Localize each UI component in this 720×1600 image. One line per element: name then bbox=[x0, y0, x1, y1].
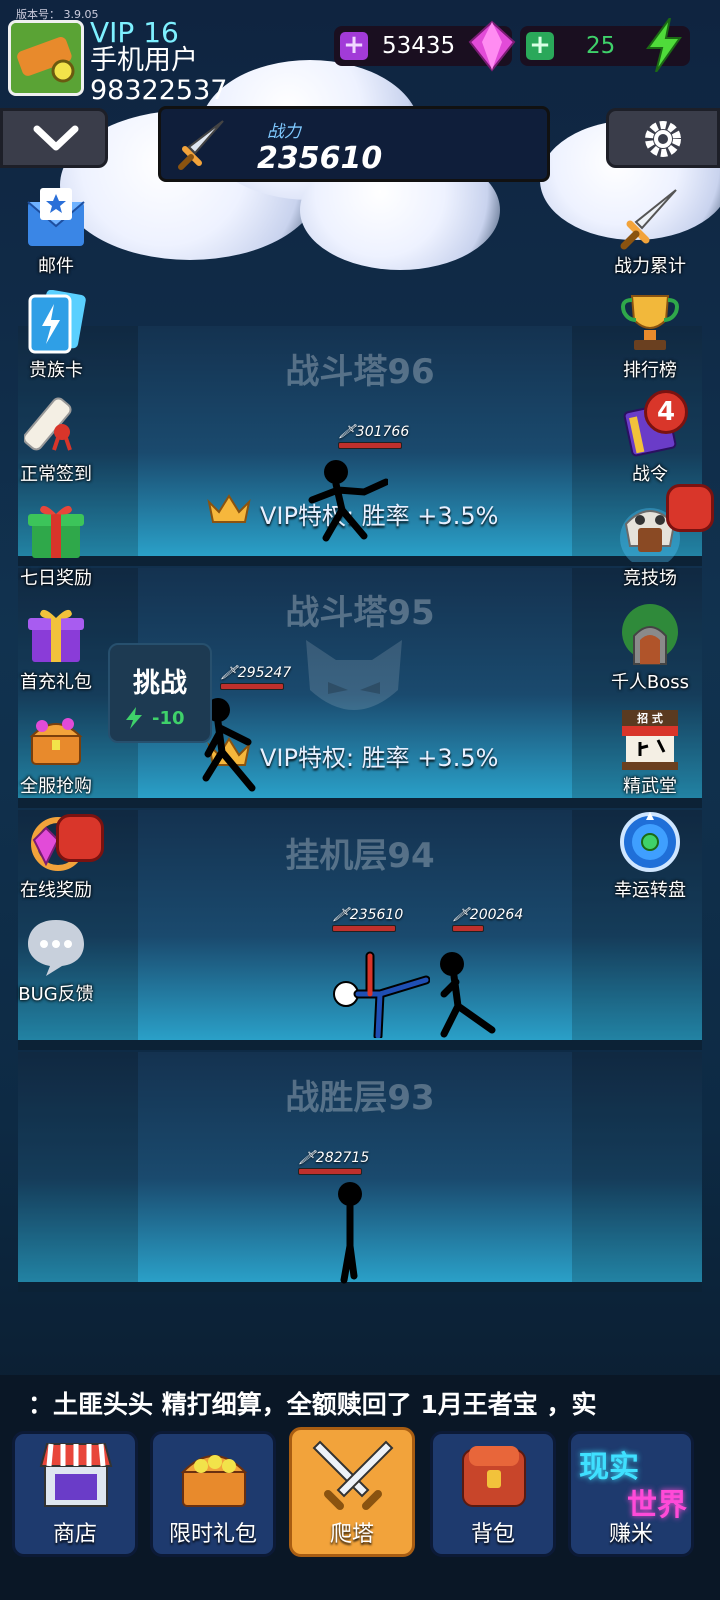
nav-label: 限时礼包 bbox=[168, 1522, 257, 1547]
notification-badge bbox=[666, 484, 714, 532]
ticker-text: ：土匪头头 精打细算，全额赎回了 1月王者宝 ，实 bbox=[28, 1390, 597, 1419]
menu-label: 战力累计 bbox=[614, 256, 686, 277]
purple-gift-icon bbox=[28, 609, 84, 662]
nav-label: 背包 bbox=[470, 1522, 515, 1547]
menu-label: 在线奖励 bbox=[20, 880, 92, 901]
menu-label: 全服抢购 bbox=[20, 776, 92, 797]
menu-martial-hall[interactable]: 招 式 精武堂 bbox=[600, 706, 700, 798]
challenge-cost: -10 bbox=[152, 708, 185, 729]
nav-label: 赚米 bbox=[608, 1522, 653, 1547]
news-ticker: ：土匪头头 精打细算，全额赎回了 1月王者宝 ，实 bbox=[0, 1375, 720, 1425]
sword-icon bbox=[178, 120, 224, 170]
real-world-logo: 现实 世界 bbox=[579, 1442, 687, 1524]
nav-limited-pack[interactable]: 限时礼包 bbox=[150, 1431, 276, 1557]
menu-label: 千人Boss bbox=[610, 672, 690, 693]
wheel-icon bbox=[620, 812, 680, 872]
menu-label: 排行榜 bbox=[623, 360, 677, 381]
crossed-swords-icon bbox=[312, 1440, 394, 1510]
menu-seven-day[interactable]: 七日奖励 bbox=[6, 498, 106, 590]
menu-ranking[interactable]: 排行榜 bbox=[600, 290, 700, 382]
nav-backpack[interactable]: 背包 bbox=[430, 1431, 556, 1557]
martial-hall-sign: 招 式 bbox=[637, 712, 663, 725]
power-panel: 战力 235610 bbox=[158, 106, 550, 182]
challenge-button[interactable]: 挑战 -10 bbox=[108, 643, 212, 743]
settings-button[interactable] bbox=[606, 108, 720, 168]
nav-label: 爬塔 bbox=[329, 1522, 374, 1547]
stickman-player[interactable] bbox=[330, 950, 430, 1038]
dropdown-button[interactable] bbox=[0, 108, 108, 168]
treasure-chest-icon bbox=[29, 718, 83, 765]
menu-mail[interactable]: 邮件 bbox=[6, 186, 106, 278]
cat-emblem-icon bbox=[306, 640, 402, 710]
menu-power-total[interactable]: 战力累计 bbox=[600, 186, 700, 278]
power-value: 235610 bbox=[257, 141, 383, 176]
menu-label: 邮件 bbox=[38, 256, 74, 277]
scroll-icon bbox=[23, 397, 72, 451]
vip-bonus-text: VIP特权: 胜率 +3.5% bbox=[260, 744, 499, 772]
player-power: 🗡235610 bbox=[332, 907, 403, 932]
nav-label: 商店 bbox=[52, 1522, 97, 1547]
menu-label: 正常签到 bbox=[20, 464, 92, 485]
add-energy-button[interactable]: + bbox=[526, 32, 554, 60]
avatar[interactable] bbox=[8, 20, 84, 96]
stickman-enemy[interactable] bbox=[308, 458, 388, 542]
power-label: 战力 bbox=[267, 122, 301, 142]
enemy-power: 🗡282715 bbox=[298, 1150, 369, 1175]
menu-flash-sale[interactable]: 全服抢购 bbox=[6, 706, 106, 798]
notification-badge bbox=[56, 814, 104, 862]
energy-icon bbox=[126, 707, 142, 729]
stickman-enemy[interactable] bbox=[432, 950, 502, 1038]
notification-badge: 4 bbox=[644, 390, 688, 434]
enemy-power: 🗡200264 bbox=[452, 907, 523, 932]
menu-noble-card[interactable]: 贵族卡 bbox=[6, 289, 106, 382]
menu-label: 首充礼包 bbox=[20, 672, 92, 693]
chest-icon bbox=[180, 1455, 248, 1507]
enemy-power: 🗡301766 bbox=[338, 424, 409, 449]
lightning-icon bbox=[646, 18, 682, 72]
gems-value: 53435 bbox=[382, 33, 456, 59]
stickman-enemy[interactable] bbox=[330, 1180, 370, 1284]
nav-shop[interactable]: 商店 bbox=[12, 1431, 138, 1557]
gear-icon bbox=[645, 121, 681, 157]
tree-gate-icon bbox=[622, 604, 678, 665]
menu-label: 幸运转盘 bbox=[614, 880, 686, 901]
gems-counter: + 53435 bbox=[334, 20, 516, 72]
trophy-icon bbox=[621, 295, 679, 350]
nav-tower[interactable]: 爬塔 bbox=[289, 1427, 415, 1557]
menu-label: 七日奖励 bbox=[20, 568, 92, 589]
menu-label: 竞技场 bbox=[623, 568, 677, 589]
bottom-nav: 商店 限时礼包 爬塔 背包 现实 世界 赚米 bbox=[0, 1425, 720, 1600]
menu-first-recharge[interactable]: 首充礼包 bbox=[6, 602, 106, 694]
mail-icon bbox=[27, 188, 85, 246]
menu-label: 精武堂 bbox=[623, 776, 677, 797]
gift-icon bbox=[28, 505, 84, 558]
floor-title: 战胜层93 bbox=[285, 1078, 435, 1118]
shop-icon bbox=[39, 1443, 113, 1507]
gem-icon bbox=[468, 20, 516, 72]
crown-icon bbox=[207, 494, 251, 523]
menu-lucky-wheel[interactable]: 幸运转盘 bbox=[600, 810, 700, 902]
challenge-label: 挑战 bbox=[133, 668, 187, 699]
menu-world-boss[interactable]: 千人Boss bbox=[600, 602, 700, 694]
noble-card-icon bbox=[28, 289, 86, 354]
menu-sign-in[interactable]: 正常签到 bbox=[6, 394, 106, 486]
username: 手机用户98322537 bbox=[90, 45, 228, 106]
nav-earn[interactable]: 现实 世界 赚米 bbox=[568, 1431, 694, 1557]
menu-bug-report[interactable]: BUG反馈 bbox=[6, 914, 106, 1006]
enemy-power: 🗡295247 bbox=[220, 665, 291, 690]
energy-counter: + 25 bbox=[520, 18, 690, 72]
add-gems-button[interactable]: + bbox=[340, 32, 368, 60]
menu-label: BUG反馈 bbox=[18, 984, 94, 1005]
menu-label: 战令 bbox=[632, 464, 668, 485]
chevron-down-icon bbox=[33, 125, 79, 151]
sword-icon bbox=[620, 189, 677, 250]
energy-value: 25 bbox=[586, 33, 616, 59]
chat-bubble-icon bbox=[28, 920, 84, 976]
backpack-icon bbox=[462, 1446, 526, 1507]
menu-label: 贵族卡 bbox=[29, 360, 83, 381]
avatar-character-icon bbox=[11, 23, 81, 93]
